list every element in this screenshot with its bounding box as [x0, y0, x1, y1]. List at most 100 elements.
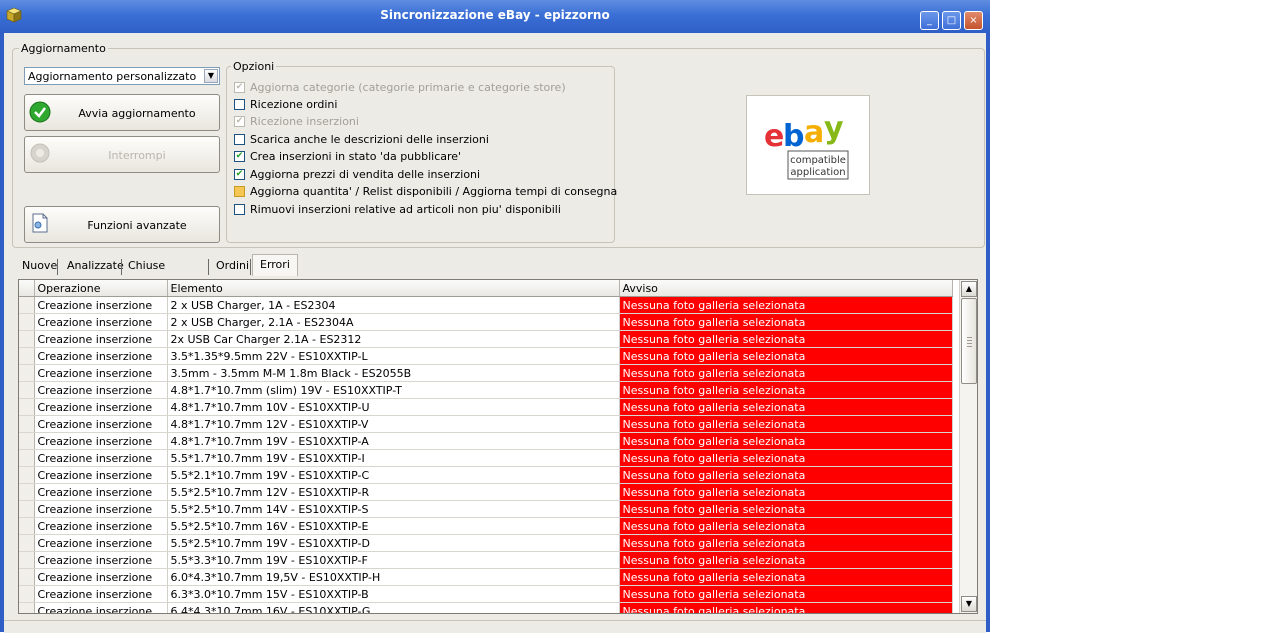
- tab-chiuse-da-ebay[interactable]: Chiuse da eBay: [128, 256, 165, 312]
- sync-window: Sincronizzazione eBay - epizzorno _ □ × …: [0, 0, 990, 633]
- row-indicator[interactable]: [19, 585, 35, 603]
- cell-elemento: 6.4*4.3*10.7mm 16V - ES10XXTIP-G: [167, 602, 620, 613]
- row-indicator[interactable]: [19, 347, 35, 365]
- table-row[interactable]: Creazione inserzione 3.5*1.35*9.5mm 22V -…: [19, 347, 953, 365]
- table-row[interactable]: Creazione inserzione 4.8*1.7*10.7mm 10V -…: [19, 398, 953, 416]
- grip-line: [967, 346, 972, 347]
- table-row[interactable]: Creazione inserzione 2 x USB Charger, 1A …: [19, 296, 953, 314]
- row-indicator[interactable]: [19, 432, 35, 450]
- cell-operazione: Creazione inserzione: [34, 517, 168, 535]
- title-bar[interactable]: Sincronizzazione eBay - epizzorno _ □ ×: [0, 0, 990, 33]
- row-indicator[interactable]: [19, 500, 35, 518]
- table-row[interactable]: Creazione inserzione 5.5*1.7*10.7mm 19V -…: [19, 449, 953, 467]
- cell-elemento: 5.5*2.5*10.7mm 19V - ES10XXTIP-D: [167, 534, 620, 552]
- cell-elemento: 2x USB Car Charger 2.1A - ES2312: [167, 330, 620, 348]
- ebay-letter-e: e: [764, 119, 784, 154]
- cell-avviso: Nessuna foto galleria selezionata: [619, 551, 953, 569]
- option-label: Aggiorna categorie (categorie primarie e…: [250, 81, 566, 94]
- column-header-operazione[interactable]: Operazione: [34, 280, 168, 297]
- ebay-logo-image: e b a y compatible application: [764, 111, 849, 180]
- table-row[interactable]: Creazione inserzione 2 x USB Charger, 2.1…: [19, 313, 953, 331]
- cell-elemento: 5.5*2.5*10.7mm 16V - ES10XXTIP-E: [167, 517, 620, 535]
- table-row[interactable]: Creazione inserzione 5.5*2.5*10.7mm 16V -…: [19, 517, 953, 535]
- table-row[interactable]: Creazione inserzione 5.5*2.5*10.7mm 14V -…: [19, 500, 953, 518]
- table-row[interactable]: Creazione inserzione 5.5*2.1*10.7mm 19V -…: [19, 466, 953, 484]
- cell-avviso: Nessuna foto galleria selezionata: [619, 534, 953, 552]
- scroll-down-icon[interactable]: ▼: [961, 596, 977, 612]
- minimize-button[interactable]: _: [920, 11, 939, 30]
- option-label: Aggiorna prezzi di vendita delle inserzi…: [250, 168, 481, 181]
- checkbox[interactable]: [234, 134, 245, 145]
- table-row[interactable]: Creazione inserzione 5.5*3.3*10.7mm 19V -…: [19, 551, 953, 569]
- table-row[interactable]: Creazione inserzione 6.3*3.0*10.7mm 15V -…: [19, 585, 953, 603]
- start-update-button[interactable]: Avvia aggiornamento: [24, 94, 220, 131]
- checkbox[interactable]: [234, 186, 245, 197]
- update-mode-value: Aggiornamento personalizzato: [28, 70, 197, 83]
- table-row[interactable]: Creazione inserzione 4.8*1.7*10.7mm 19V -…: [19, 432, 953, 450]
- row-indicator[interactable]: [19, 568, 35, 586]
- row-indicator[interactable]: [19, 364, 35, 382]
- row-indicator[interactable]: [19, 483, 35, 501]
- ebay-letter-y: y: [824, 111, 844, 146]
- cell-elemento: 4.8*1.7*10.7mm (slim) 19V - ES10XXTIP-T: [167, 381, 620, 399]
- row-indicator[interactable]: [19, 381, 35, 399]
- tab-ordini[interactable]: Ordini: [216, 256, 249, 275]
- chevron-down-icon[interactable]: ▼: [204, 69, 218, 83]
- row-indicator[interactable]: [19, 551, 35, 569]
- table-row[interactable]: Creazione inserzione 5.5*2.5*10.7mm 12V -…: [19, 483, 953, 501]
- row-indicator-header: [19, 280, 35, 297]
- column-header-avviso[interactable]: Avviso: [619, 280, 953, 297]
- tab-nuove[interactable]: Nuove: [22, 256, 57, 275]
- start-update-label: Avvia aggiornamento: [78, 107, 196, 120]
- checkbox[interactable]: ✔: [234, 151, 245, 162]
- table-row[interactable]: Creazione inserzione 6.0*4.3*10.7mm 19,5V…: [19, 568, 953, 586]
- tab-errori[interactable]: Errori (68): [252, 254, 298, 291]
- update-mode-select[interactable]: Aggiornamento personalizzato ▼: [24, 67, 220, 85]
- checkbox[interactable]: [234, 204, 245, 215]
- close-button[interactable]: ×: [964, 11, 983, 30]
- row-indicator[interactable]: [19, 330, 35, 348]
- option-label: Ricezione inserzioni: [250, 115, 359, 128]
- window-frame-right: [986, 33, 990, 632]
- row-indicator[interactable]: [19, 517, 35, 535]
- check-icon: [29, 101, 51, 123]
- table-row[interactable]: Creazione inserzione 4.8*1.7*10.7mm (slim…: [19, 381, 953, 399]
- checkbox[interactable]: ✔: [234, 169, 245, 180]
- table-row[interactable]: Creazione inserzione 3.5mm - 3.5mm M-M 1.…: [19, 364, 953, 382]
- vertical-scrollbar[interactable]: ▲ ▼: [959, 280, 977, 613]
- advanced-functions-button[interactable]: Funzioni avanzate: [24, 206, 220, 243]
- stop-button[interactable]: Interrompi: [24, 136, 220, 173]
- cell-operazione: Creazione inserzione: [34, 585, 168, 603]
- table-row[interactable]: Creazione inserzione 6.4*4.3*10.7mm 16V -…: [19, 602, 953, 613]
- column-header-elemento[interactable]: Elemento: [167, 280, 620, 297]
- table-row[interactable]: Creazione inserzione 4.8*1.7*10.7mm 12V -…: [19, 415, 953, 433]
- cell-avviso: Nessuna foto galleria selezionata: [619, 432, 953, 450]
- row-indicator[interactable]: [19, 296, 35, 314]
- advanced-functions-label: Funzioni avanzate: [87, 219, 187, 232]
- cell-avviso: Nessuna foto galleria selezionata: [619, 347, 953, 365]
- row-indicator[interactable]: [19, 602, 35, 613]
- scroll-thumb[interactable]: [961, 298, 977, 384]
- table-row[interactable]: Creazione inserzione 2x USB Car Charger 2…: [19, 330, 953, 348]
- cell-operazione: Creazione inserzione: [34, 296, 168, 314]
- maximize-button[interactable]: □: [942, 11, 961, 30]
- tab-separator: [250, 259, 251, 275]
- tab-analizzate[interactable]: Analizzate: [67, 256, 124, 275]
- row-indicator[interactable]: [19, 313, 35, 331]
- row-indicator[interactable]: [19, 415, 35, 433]
- tab-separator: [121, 259, 122, 275]
- scroll-up-icon[interactable]: ▲: [961, 281, 977, 297]
- row-indicator[interactable]: [19, 466, 35, 484]
- grip-line: [967, 337, 972, 338]
- cell-avviso: Nessuna foto galleria selezionata: [619, 449, 953, 467]
- grip-line: [967, 340, 972, 341]
- table-row[interactable]: Creazione inserzione 5.5*2.5*10.7mm 19V -…: [19, 534, 953, 552]
- maximize-icon: □: [946, 15, 957, 26]
- row-indicator[interactable]: [19, 398, 35, 416]
- ebay-letter-b: b: [783, 119, 804, 154]
- row-indicator[interactable]: [19, 534, 35, 552]
- cell-operazione: Creazione inserzione: [34, 381, 168, 399]
- cell-elemento: 2 x USB Charger, 2.1A - ES2304A: [167, 313, 620, 331]
- checkbox[interactable]: [234, 99, 245, 110]
- row-indicator[interactable]: [19, 449, 35, 467]
